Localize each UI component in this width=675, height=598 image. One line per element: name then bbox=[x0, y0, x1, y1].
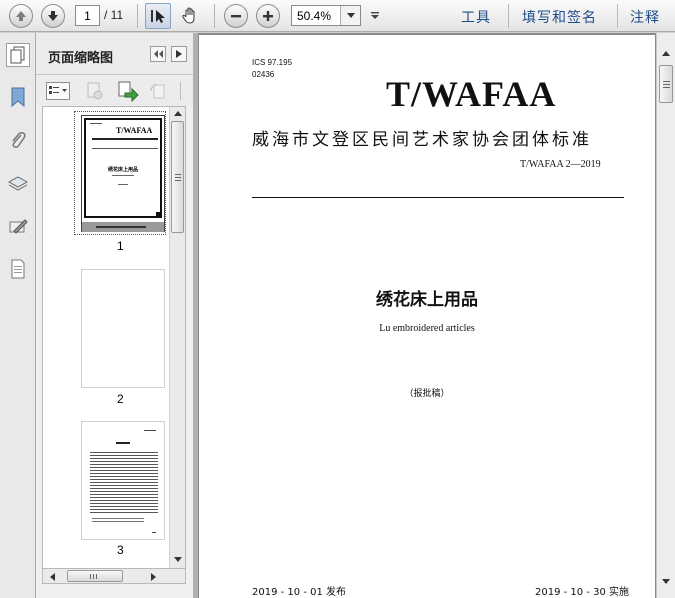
document-icon bbox=[11, 259, 25, 279]
menu-chevron-icon bbox=[371, 12, 379, 19]
brand-title: T/WAFAA bbox=[386, 74, 557, 114]
page-total-label: / 11 bbox=[104, 8, 124, 22]
toolbar-divider bbox=[508, 4, 509, 28]
delete-page-icon bbox=[87, 82, 103, 100]
bookmarks-button[interactable] bbox=[6, 85, 30, 109]
previous-page-button[interactable] bbox=[9, 4, 33, 28]
toolbar-divider bbox=[214, 4, 215, 28]
zoom-in-button[interactable] bbox=[256, 4, 280, 28]
thumbnail-page-3[interactable] bbox=[81, 421, 165, 540]
panel-header: 页面缩略图 bbox=[36, 33, 193, 75]
more-tools-edge bbox=[180, 82, 186, 100]
layers-button[interactable] bbox=[6, 172, 30, 196]
document-page: ICS 97.195 02436 T/WAFAA 威海市文登区民间艺术家协会团体… bbox=[199, 35, 655, 598]
thumbnail-horizontal-scrollbar[interactable] bbox=[42, 568, 186, 584]
thumbnails-panel: 页面缩略图 T/WAFAA 绣花床上用品 1 2 3 bbox=[36, 33, 193, 598]
header-rule bbox=[252, 197, 624, 198]
paperclip-icon bbox=[12, 132, 26, 148]
attachments-button[interactable] bbox=[6, 129, 30, 153]
document-title-en: Lu embroidered articles bbox=[379, 323, 475, 334]
signatures-button[interactable] bbox=[6, 215, 30, 239]
next-page-button[interactable] bbox=[41, 4, 65, 28]
scroll-up-icon[interactable] bbox=[174, 110, 182, 116]
hand-tool-button[interactable] bbox=[177, 3, 203, 29]
catalog-number: 02436 bbox=[252, 70, 275, 79]
rotate-page-icon bbox=[150, 84, 165, 99]
panel-menu-button[interactable] bbox=[171, 46, 187, 62]
thumbnail-page-number: 1 bbox=[117, 239, 124, 253]
scroll-right-icon[interactable] bbox=[151, 573, 157, 581]
toolbar-options-button[interactable] bbox=[370, 10, 380, 24]
page-number-input[interactable]: 1 bbox=[75, 5, 100, 26]
pages-icon bbox=[10, 46, 25, 64]
document-scroll-thumb[interactable] bbox=[659, 65, 673, 103]
thumbnail-options-button[interactable] bbox=[46, 82, 70, 100]
hand-icon bbox=[182, 7, 195, 24]
arrow-up-icon bbox=[16, 11, 26, 21]
list-options-icon bbox=[49, 86, 67, 94]
content-button[interactable] bbox=[6, 257, 30, 281]
thumbnail-page-number: 3 bbox=[117, 543, 124, 557]
zoom-level-value: 50.4% bbox=[297, 9, 332, 23]
layers-icon bbox=[8, 176, 28, 191]
fill-sign-tab[interactable]: 填写和签名 bbox=[522, 7, 597, 27]
publish-date: 2019 - 10 - 01 发布 bbox=[252, 587, 347, 598]
bookmark-icon bbox=[11, 87, 25, 107]
chevron-down-icon[interactable] bbox=[340, 6, 360, 25]
tools-tab[interactable]: 工具 bbox=[461, 7, 491, 27]
implement-date: 2019 - 10 - 30 实施 bbox=[535, 587, 630, 598]
page-thumbnails-button[interactable] bbox=[6, 43, 30, 67]
rotate-pages-button[interactable] bbox=[148, 81, 168, 104]
chevron-right-icon bbox=[176, 50, 182, 58]
scroll-down-icon[interactable] bbox=[174, 557, 182, 563]
ics-code: ICS 97.195 bbox=[252, 58, 293, 67]
select-tool-button[interactable] bbox=[145, 3, 171, 29]
toolbar-divider bbox=[137, 4, 138, 28]
scroll-left-icon[interactable] bbox=[49, 573, 55, 581]
zoom-level-select[interactable]: 50.4% bbox=[291, 5, 361, 26]
scroll-up-icon[interactable] bbox=[662, 50, 670, 56]
minus-icon bbox=[231, 15, 241, 18]
thumbnail-title: 绣花床上用品 bbox=[107, 167, 138, 173]
scroll-down-icon[interactable] bbox=[662, 579, 670, 585]
panel-splitter[interactable] bbox=[193, 33, 198, 598]
thumbnail-brand: T/WAFAA bbox=[116, 126, 153, 135]
thumbnail-page-1[interactable]: T/WAFAA 绣花床上用品 bbox=[81, 115, 165, 232]
cursor-select-icon bbox=[151, 10, 165, 23]
extract-page-icon bbox=[118, 81, 139, 103]
draft-status: （报批稿） bbox=[404, 389, 450, 399]
thumbnail-scroll-thumb[interactable] bbox=[171, 121, 184, 233]
extract-pages-button[interactable] bbox=[117, 80, 139, 105]
collapse-panel-button[interactable] bbox=[150, 46, 166, 62]
arrow-down-icon bbox=[48, 11, 58, 21]
double-chevron-left-icon bbox=[154, 50, 163, 58]
comment-tab[interactable]: 注释 bbox=[630, 7, 660, 27]
thumbnail-page-number: 2 bbox=[117, 392, 124, 406]
document-title-cn: 绣花床上用品 bbox=[376, 290, 478, 310]
standard-number: T/WAFAA 2—2019 bbox=[520, 159, 601, 170]
signature-pen-icon bbox=[9, 219, 28, 234]
delete-pages-button[interactable] bbox=[85, 81, 105, 104]
thumbnail-page-1-frame: T/WAFAA 绣花床上用品 bbox=[84, 118, 162, 218]
thumbnail-vertical-scrollbar[interactable] bbox=[169, 107, 185, 583]
panel-toolbar bbox=[36, 76, 193, 106]
thumbnail-list[interactable]: T/WAFAA 绣花床上用品 1 2 3 bbox=[42, 106, 186, 584]
toolbar-divider bbox=[617, 4, 618, 28]
organization-title: 威海市文登区民间艺术家协会团体标准 bbox=[252, 130, 592, 150]
zoom-out-button[interactable] bbox=[224, 4, 248, 28]
main-toolbar: 1 / 11 50.4% 工具 填写和签名 注释 bbox=[0, 0, 675, 32]
panel-title: 页面缩略图 bbox=[48, 51, 114, 66]
navigation-pane bbox=[0, 33, 36, 598]
horizontal-scroll-thumb[interactable] bbox=[67, 570, 123, 582]
document-vertical-scrollbar[interactable] bbox=[656, 33, 675, 598]
plus-icon bbox=[263, 11, 273, 21]
thumbnail-page-2[interactable] bbox=[81, 269, 165, 388]
